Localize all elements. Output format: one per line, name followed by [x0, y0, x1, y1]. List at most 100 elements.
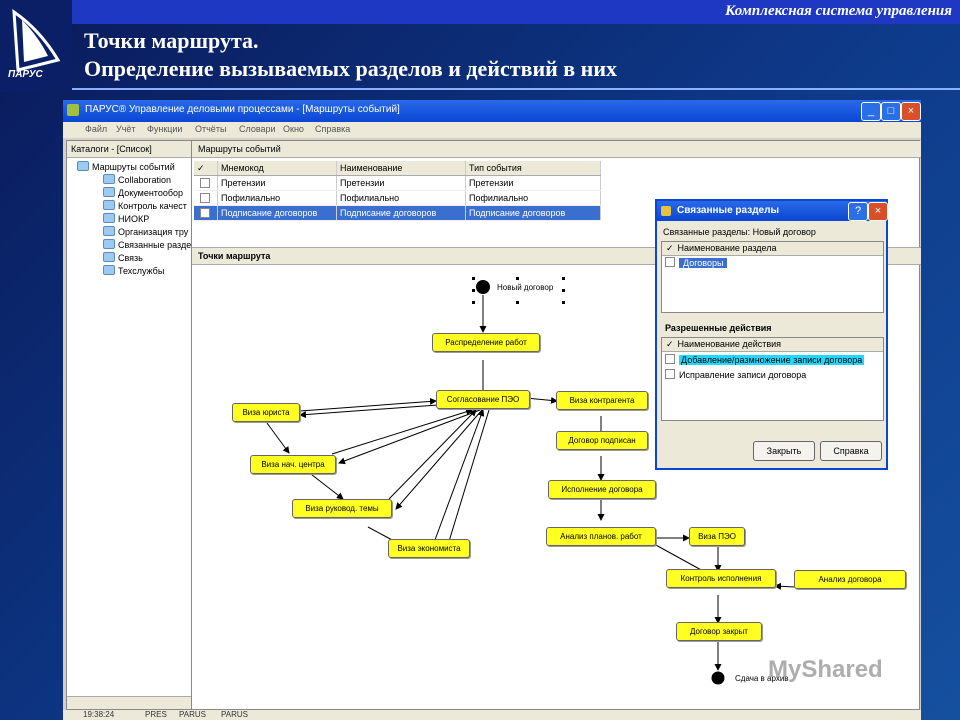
related-sections-dialog: Связанные разделы ? × Связанные разделы:… — [655, 199, 888, 470]
logo-text: ПАРУС — [8, 69, 43, 80]
help-button[interactable]: Справка — [820, 441, 882, 461]
node-n7[interactable]: Виза контрагента — [556, 391, 648, 410]
events-title: Маршруты событий — [192, 141, 921, 158]
col-mnemocode[interactable]: Мнемокод — [217, 161, 337, 176]
checkbox-header[interactable]: ✓ — [194, 161, 218, 176]
node-n11[interactable]: Виза ПЭО — [689, 527, 745, 546]
menu-functions[interactable]: Функции — [147, 124, 182, 134]
tree-item[interactable]: Контроль качест — [103, 200, 187, 211]
tree-item[interactable]: Техслужбы — [103, 265, 164, 276]
actions-header[interactable]: ✓ Наименование действия — [662, 338, 883, 352]
watermark: MyShared — [768, 656, 928, 696]
node-n9[interactable]: Исполнение договора — [548, 480, 656, 499]
folder-icon — [103, 239, 115, 249]
col-type[interactable]: Тип события — [465, 161, 601, 176]
row-checkbox[interactable] — [200, 192, 210, 203]
events-table: ✓ Мнемокод Наименование Тип события Прет… — [194, 161, 601, 221]
menu-bar: Файл Учёт Функции Отчёты Словари Окно Сп… — [63, 122, 921, 138]
folder-icon — [103, 187, 115, 197]
list-item[interactable]: Договоры — [662, 257, 728, 270]
node-n8[interactable]: Договор подписан — [556, 431, 648, 450]
node-n3[interactable]: Виза юриста — [232, 403, 300, 422]
menu-accounting[interactable]: Учёт — [116, 124, 136, 134]
window-titlebar[interactable]: ПАРУС® Управление деловыми процессами - … — [63, 100, 921, 122]
dialog-subtitle: Связанные разделы: Новый договор — [663, 227, 816, 237]
close-icon[interactable]: × — [868, 202, 888, 221]
slide-title: Точки маршрута. — [84, 28, 259, 53]
node-n6[interactable]: Виза экономиста — [388, 539, 470, 558]
col-name[interactable]: Наименование — [336, 161, 466, 176]
maximize-icon[interactable]: □ — [881, 102, 901, 121]
slide-subtitle: Определение вызываемых разделов и действ… — [84, 56, 618, 81]
menu-help[interactable]: Справка — [315, 124, 350, 134]
tree-item[interactable]: Collaboration — [103, 174, 171, 185]
parus-logo: ПАРУС — [0, 0, 72, 92]
catalog-panel: Каталоги - [Список] Маршруты событий Col… — [66, 140, 192, 710]
sections-header[interactable]: ✓ Наименование раздела — [662, 242, 883, 256]
node-n13[interactable]: Анализ договора — [794, 570, 906, 589]
tree-item[interactable]: Связанные разде — [103, 239, 191, 250]
tree-root[interactable]: Маршруты событий — [77, 161, 175, 172]
status-time: 19:38:24 — [83, 710, 115, 719]
dialog-app-icon — [661, 206, 671, 216]
list-item[interactable]: Исправление записи договора — [662, 369, 806, 382]
row-checkbox[interactable] — [665, 257, 675, 267]
sections-list: ✓ Наименование раздела Договоры — [661, 241, 884, 313]
table-header: ✓ Мнемокод Наименование Тип события — [194, 161, 601, 176]
banner-text: Комплексная система управления — [725, 3, 952, 19]
node-n4[interactable]: Виза нач. центра — [250, 455, 336, 474]
node-n10[interactable]: Анализ планов. работ — [546, 527, 656, 546]
watermark-text: MyShared — [768, 656, 883, 683]
menu-reports[interactable]: Отчёты — [195, 124, 226, 134]
end-node-icon[interactable] — [710, 670, 726, 686]
folder-icon — [103, 252, 115, 262]
row-checkbox[interactable] — [665, 354, 675, 364]
menu-dictionaries[interactable]: Словари — [239, 124, 276, 134]
table-row[interactable]: Претензии Претензии Претензии — [194, 175, 601, 191]
actions-list: ✓ Наименование действия Добавление/размно… — [661, 337, 884, 421]
tree-item[interactable]: Связь — [103, 252, 143, 263]
horizontal-scrollbar[interactable] — [67, 696, 191, 709]
catalog-title: Каталоги - [Список] — [67, 141, 191, 158]
menu-window[interactable]: Окно — [283, 124, 304, 134]
folder-icon — [103, 213, 115, 223]
node-n12[interactable]: Контроль исполнения — [666, 569, 776, 588]
dialog-title: Связанные разделы — [677, 205, 779, 216]
actions-title: Разрешенные действия — [665, 323, 772, 333]
folder-icon — [103, 174, 115, 184]
tree-item[interactable]: НИОКР — [103, 213, 149, 224]
status-field: PARUS — [221, 710, 248, 719]
node-n14[interactable]: Договор закрыт — [676, 622, 762, 641]
tree-item[interactable]: Документообор — [103, 187, 183, 198]
help-icon[interactable]: ? — [848, 202, 868, 221]
close-icon[interactable]: × — [901, 102, 921, 121]
row-checkbox[interactable] — [200, 177, 210, 188]
folder-icon — [103, 265, 115, 275]
close-button[interactable]: Закрыть — [753, 441, 815, 461]
table-row[interactable]: Пофилиально Пофилиально Пофилиально — [194, 190, 601, 206]
sail-logo-icon — [12, 8, 61, 72]
status-field: PRES — [145, 710, 167, 719]
node-n1[interactable]: Распределение работ — [432, 333, 540, 352]
node-n2[interactable]: Согласование ПЭО — [436, 390, 530, 409]
window-title: ПАРУС® Управление деловыми процессами - … — [85, 104, 400, 115]
app-icon — [67, 104, 79, 116]
top-banner: Комплексная система управления — [72, 0, 960, 24]
folder-icon — [103, 226, 115, 236]
folder-icon — [103, 200, 115, 210]
minimize-icon[interactable]: _ — [861, 102, 881, 121]
start-node-icon[interactable] — [476, 280, 490, 294]
tree-item[interactable]: Организация тру — [103, 226, 188, 237]
status-bar: 19:38:24 PRES PARUS PARUS — [63, 710, 921, 720]
row-checkbox[interactable] — [200, 207, 210, 218]
status-field: PARUS — [179, 710, 206, 719]
node-n5[interactable]: Виза руковод. темы — [292, 499, 392, 518]
title-divider — [72, 88, 960, 90]
table-row-selected[interactable]: Подписание договоров Подписание договоров… — [194, 205, 601, 221]
dialog-titlebar[interactable]: Связанные разделы ? × — [657, 201, 888, 221]
menu-file[interactable]: Файл — [85, 124, 107, 134]
folder-icon — [77, 161, 89, 171]
row-checkbox[interactable] — [665, 369, 675, 379]
list-item[interactable]: Добавление/размножение записи договора — [662, 354, 865, 367]
start-label: Новый договор — [497, 283, 554, 292]
